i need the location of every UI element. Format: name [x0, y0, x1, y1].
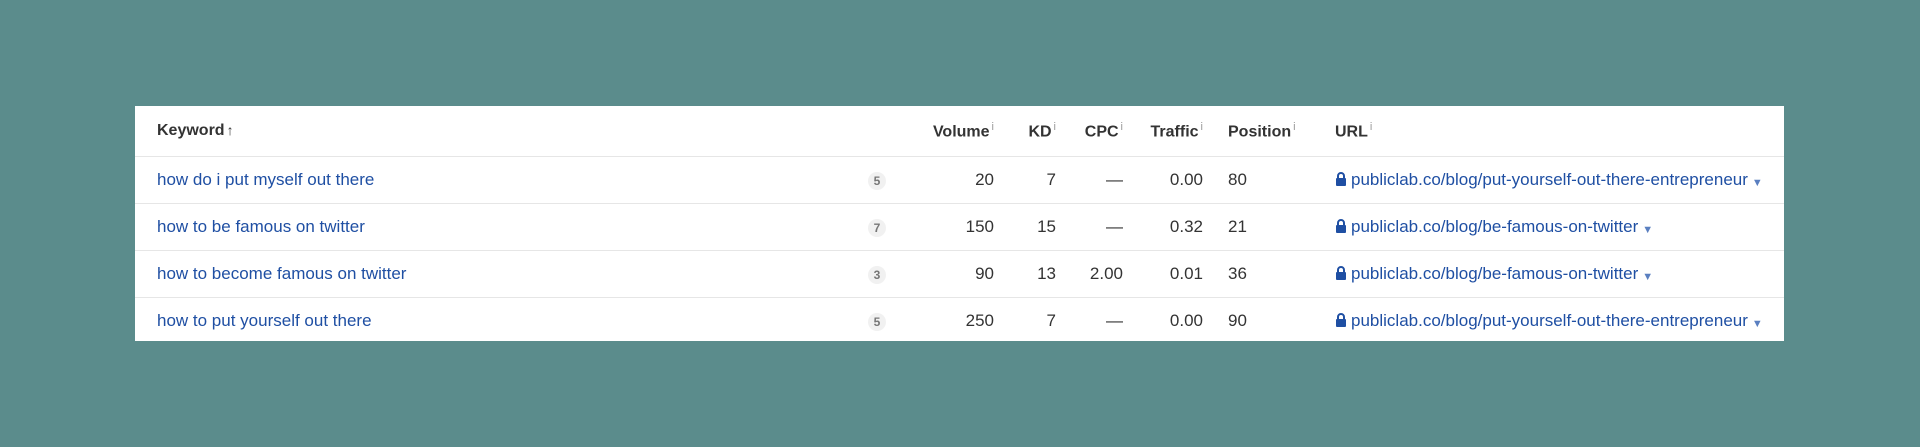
table-header-row: Keyword ↑ Volume i KD i CPC i Traffic i Posit…: [135, 106, 1784, 157]
kd-cell: 7: [1046, 170, 1056, 189]
chevron-down-icon[interactable]: ▼: [1752, 177, 1763, 189]
info-icon[interactable]: i: [1054, 121, 1056, 133]
cpc-cell: 2.00: [1089, 264, 1123, 283]
column-header-cpc-label: CPC: [1084, 123, 1119, 141]
keywords-table: Keyword ↑ Volume i KD i CPC i Traffic i Posit…: [135, 106, 1784, 344]
column-header-traffic[interactable]: Traffic i: [1123, 106, 1203, 157]
traffic-cell: 0.00: [1169, 311, 1203, 330]
column-header-serp: [857, 106, 897, 157]
chevron-down-icon[interactable]: ▼: [1642, 271, 1653, 283]
lock-icon: [1335, 171, 1347, 186]
url-link[interactable]: publiclab.co/blog/be-famous-on-twitter: [1351, 217, 1638, 236]
column-header-position-label: Position: [1228, 123, 1292, 141]
table-row: how to be famous on twitter 7 150 15 — 0…: [135, 203, 1784, 251]
url-cell: publiclab.co/blog/be-famous-on-twitter ▼: [1335, 204, 1784, 251]
info-icon[interactable]: i: [992, 121, 994, 133]
cpc-cell: —: [1106, 311, 1123, 330]
volume-cell: 250: [965, 311, 994, 330]
lock-icon: [1335, 265, 1347, 280]
serp-count-badge[interactable]: 7: [868, 219, 886, 237]
info-icon[interactable]: i: [1201, 121, 1203, 133]
volume-cell: 150: [965, 217, 994, 236]
column-header-kd[interactable]: KD i: [994, 106, 1056, 157]
arrow-up-icon: ↑: [226, 122, 234, 138]
keyword-cell: how to put yourself out there: [135, 298, 857, 345]
position-cell: 36: [1228, 264, 1247, 283]
serp-count-badge[interactable]: 5: [868, 313, 886, 331]
column-header-position[interactable]: Position i: [1203, 106, 1335, 157]
kd-cell: 7: [1046, 311, 1056, 330]
keywords-table-panel: Keyword ↑ Volume i KD i CPC i Traffic i Posit…: [135, 106, 1784, 341]
column-header-volume[interactable]: Volume i: [897, 106, 994, 157]
traffic-cell: 0.32: [1169, 217, 1203, 236]
position-cell: 90: [1228, 311, 1247, 330]
cpc-cell: —: [1106, 170, 1123, 189]
keyword-link[interactable]: how do i put myself out there: [157, 170, 374, 189]
column-header-url-label: URL: [1335, 123, 1368, 141]
info-icon[interactable]: i: [1293, 121, 1295, 133]
kd-cell: 13: [1037, 264, 1056, 283]
cpc-cell: —: [1106, 217, 1123, 236]
url-cell: publiclab.co/blog/be-famous-on-twitter ▼: [1335, 251, 1784, 298]
chevron-down-icon[interactable]: ▼: [1752, 318, 1763, 330]
keyword-link[interactable]: how to be famous on twitter: [157, 217, 365, 236]
keyword-cell: how to become famous on twitter: [135, 251, 857, 298]
keyword-cell: how to be famous on twitter: [135, 204, 857, 251]
traffic-cell: 0.00: [1169, 170, 1203, 189]
url-link[interactable]: publiclab.co/blog/put-yourself-out-there…: [1351, 170, 1748, 189]
url-cell: publiclab.co/blog/put-yourself-out-there…: [1335, 298, 1784, 345]
column-header-url[interactable]: URL i: [1335, 106, 1784, 157]
column-header-cpc[interactable]: CPC i: [1056, 106, 1123, 157]
lock-icon: [1335, 218, 1347, 233]
position-cell: 21: [1228, 217, 1247, 236]
info-icon[interactable]: i: [1370, 121, 1372, 133]
lock-icon: [1335, 312, 1347, 327]
column-header-keyword[interactable]: Keyword ↑: [135, 106, 857, 157]
serp-count-cell: 7: [857, 204, 897, 251]
keyword-cell: how do i put myself out there: [135, 157, 857, 204]
info-icon[interactable]: i: [1121, 121, 1123, 133]
serp-count-badge[interactable]: 5: [868, 172, 886, 190]
serp-count-cell: 5: [857, 157, 897, 204]
serp-count-cell: 3: [857, 251, 897, 298]
column-header-volume-label: Volume: [932, 123, 990, 141]
position-cell: 80: [1228, 170, 1247, 189]
column-header-keyword-label: Keyword: [157, 122, 225, 139]
table-row: how to put yourself out there 5 250 7 — …: [135, 297, 1784, 345]
column-header-kd-label: KD: [1028, 123, 1052, 141]
serp-count-badge[interactable]: 3: [868, 266, 886, 284]
volume-cell: 90: [975, 264, 994, 283]
table-row: how do i put myself out there 5 20 7 — 0…: [135, 156, 1784, 204]
table-row: how to become famous on twitter 3 90 13 …: [135, 250, 1784, 298]
serp-count-cell: 5: [857, 298, 897, 345]
column-header-traffic-label: Traffic: [1150, 123, 1199, 141]
keyword-link[interactable]: how to put yourself out there: [157, 311, 372, 330]
url-cell: publiclab.co/blog/put-yourself-out-there…: [1335, 157, 1784, 204]
keyword-link[interactable]: how to become famous on twitter: [157, 264, 406, 283]
volume-cell: 20: [975, 170, 994, 189]
url-link[interactable]: publiclab.co/blog/be-famous-on-twitter: [1351, 264, 1638, 283]
url-link[interactable]: publiclab.co/blog/put-yourself-out-there…: [1351, 311, 1748, 330]
traffic-cell: 0.01: [1169, 264, 1203, 283]
chevron-down-icon[interactable]: ▼: [1642, 224, 1653, 236]
kd-cell: 15: [1037, 217, 1056, 236]
